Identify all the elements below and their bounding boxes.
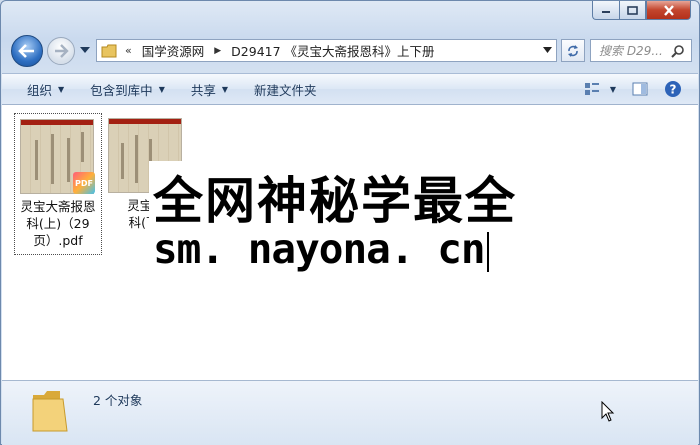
preview-pane-icon [632,82,648,96]
breadcrumb-separator-icon[interactable]: ▶ [214,46,221,56]
file-item-part1[interactable]: PDF 灵宝大斋报恩 科(上)（29 页）.pdf [14,113,102,255]
refresh-icon [568,44,578,57]
organize-label: 组织 [27,82,53,98]
chevron-down-icon: ▼ [221,84,229,94]
text-caret [486,232,489,272]
close-button[interactable] [646,1,691,20]
maximize-button[interactable] [619,1,646,20]
mouse-pointer-icon [601,401,615,422]
forward-button[interactable] [47,37,75,65]
include-in-library-label: 包含到库中 [90,82,153,98]
share-menu[interactable]: 共享 ▼ [191,80,228,99]
minimize-icon [602,11,610,13]
chevron-down-icon: ▼ [609,84,616,94]
caption-buttons [592,1,691,20]
help-button[interactable]: ? [664,80,682,98]
svg-text:?: ? [670,83,677,97]
file-name-line: 灵宝大斋报恩 [20,199,96,214]
watermark-title: 全网神秘学最全 [153,172,517,230]
search-icon[interactable] [671,44,685,58]
new-folder-label: 新建文件夹 [254,82,317,98]
back-button[interactable] [11,35,43,67]
watermark-url-text: sm. nayona. cn [153,225,486,273]
watermark-overlay: 全网神秘学最全 sm. nayona. cn [149,161,553,284]
chevron-down-icon: ▼ [158,84,165,94]
command-bar: 组织 ▼ 包含到库中 ▼ 共享 ▼ 新建文件夹 ▼ ? [2,73,698,105]
file-name-line: 科(上)（29 [26,216,90,231]
address-bar[interactable]: « 国学资源网 ▶ D29417 《灵宝大斋报恩科》上下册 [96,39,557,62]
include-in-library-menu[interactable]: 包含到库中 ▼ [90,80,165,99]
file-name-label: 灵宝大斋报恩 科(上)（29 页）.pdf [15,198,101,249]
file-list-pane[interactable]: PDF 灵宝大斋报恩 科(上)（29 页）.pdf 灵宝大 科(下) 全网神秘学… [2,105,698,380]
change-view-button[interactable]: ▼ [584,82,616,96]
forward-arrow-icon [55,44,69,58]
breadcrumb-current-folder[interactable]: D29417 《灵宝大斋报恩科》上下册 [231,41,434,60]
share-label: 共享 [190,82,216,98]
maximize-icon [627,5,638,15]
folder-icon [32,391,68,432]
explorer-window: « 国学资源网 ▶ D29417 《灵宝大斋报恩科》上下册 组织 ▼ 包含到库中 ▼… [0,0,700,445]
breadcrumb-guoxue[interactable]: 国学资源网 [142,41,205,60]
watermark-url: sm. nayona. cn [153,225,489,273]
folder-icon [101,44,117,57]
details-pane: 2 个对象 [2,380,698,445]
recent-pages-dropdown-icon[interactable] [80,47,90,53]
address-overflow-chevron[interactable]: « [125,44,132,57]
new-folder-button[interactable]: 新建文件夹 [254,80,317,99]
view-icon [584,83,599,95]
item-count: 2 个对象 [93,393,143,408]
chevron-down-icon: ▼ [58,84,65,94]
minimize-button[interactable] [592,1,619,20]
address-dropdown-icon[interactable] [543,47,552,53]
preview-pane-button[interactable] [632,82,648,96]
close-icon [663,4,674,16]
file-name-line: 页）.pdf [33,233,83,248]
back-arrow-icon [18,44,34,58]
organize-menu[interactable]: 组织 ▼ [27,80,64,99]
search-box[interactable] [590,39,692,62]
search-input[interactable] [599,43,667,58]
help-icon: ? [665,81,681,97]
command-bar-right: ▼ ? [584,74,698,104]
refresh-button[interactable] [561,39,585,62]
pdf-file-icon: PDF [73,172,95,194]
